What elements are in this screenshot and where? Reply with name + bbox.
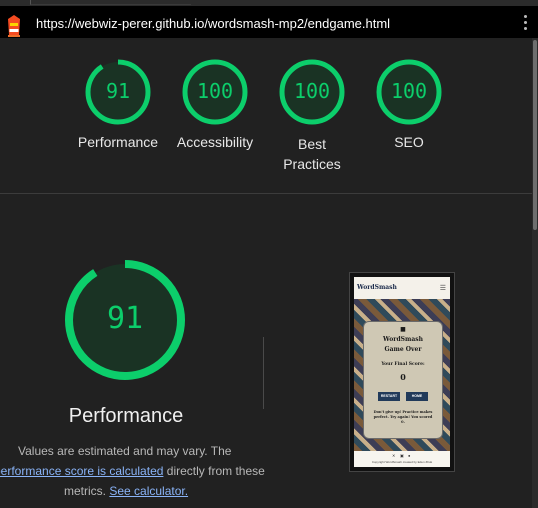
screenshot-footer: ✕ ▣ ● Copyright WordSmash created by Ede… <box>354 451 450 467</box>
screenshot-brand: WordSmash <box>357 284 397 291</box>
gauge-best-practices[interactable]: 100 <box>279 59 345 125</box>
screenshot-screen: WordSmash ☰ ■ WordSmash Game Over Your F… <box>354 277 450 467</box>
scrollbar-thumb[interactable] <box>533 40 537 230</box>
gauge-score: 100 <box>196 79 234 103</box>
final-screenshot[interactable]: WordSmash ☰ ■ WordSmash Game Over Your F… <box>349 272 455 472</box>
gauge-seo[interactable]: 100 <box>376 59 442 125</box>
gauge-label-best-practices: Best Practices <box>283 136 341 172</box>
gauge-label-accessibility: Accessibility <box>176 134 254 150</box>
x-social-icon: ✕ <box>392 453 396 458</box>
gauge-label-seo: SEO <box>394 134 424 150</box>
url-text[interactable]: https://webwiz-perer.github.io/wordsmash… <box>36 16 390 31</box>
lighthouse-icon <box>8 15 20 37</box>
screenshot-dot: ■ <box>400 326 406 333</box>
screenshot-title1: WordSmash <box>383 336 423 343</box>
score-calculated-link[interactable]: performance score is calculated <box>0 464 163 478</box>
address-bar[interactable]: https://webwiz-perer.github.io/wordsmash… <box>0 6 538 38</box>
gauge-score-large: 91 <box>106 301 144 336</box>
gauge-score: 100 <box>293 79 331 103</box>
note-line2: performance score is calculated directly… <box>0 461 265 481</box>
screenshot-copyright: Copyright WordSmash created by Eden Zhuk <box>371 460 433 464</box>
screenshot-header: WordSmash ☰ <box>354 277 450 299</box>
vertical-separator <box>263 337 264 409</box>
note-mid: directly from these <box>166 464 265 478</box>
screenshot-score-label: Your Final Score: <box>381 362 425 367</box>
gauge-score: 100 <box>390 79 428 103</box>
kebab-menu-icon[interactable] <box>524 15 528 31</box>
screenshot-restart-button: RESTART <box>378 392 400 401</box>
screenshot-home-button: HOME <box>406 392 428 401</box>
section-divider <box>0 193 532 194</box>
performance-title: Performance <box>68 405 184 427</box>
screenshot-score-value: 0 <box>400 372 406 382</box>
gauge-performance[interactable]: 91 <box>85 59 151 125</box>
gauge-performance-large: 91 <box>64 259 186 381</box>
screenshot-card: ■ WordSmash Game Over Your Final Score: … <box>363 321 443 439</box>
instagram-icon: ▣ <box>400 453 404 458</box>
note-end: metrics. <box>64 484 106 498</box>
gauge-score: 91 <box>105 79 131 103</box>
github-icon: ● <box>408 453 411 458</box>
hamburger-icon: ☰ <box>439 285 446 292</box>
screenshot-message: Don't give up! Practice makes perfect. T… <box>373 410 433 424</box>
gauge-accessibility[interactable]: 100 <box>182 59 248 125</box>
tab-edge <box>30 0 191 5</box>
gauge-label-performance: Performance <box>77 134 159 150</box>
note-line3: metrics. See calculator. <box>64 481 188 501</box>
note-prefix: Values are estimated and may vary. The <box>18 444 232 458</box>
see-calculator-link[interactable]: See calculator. <box>109 484 188 498</box>
screenshot-title2: Game Over <box>384 346 422 353</box>
